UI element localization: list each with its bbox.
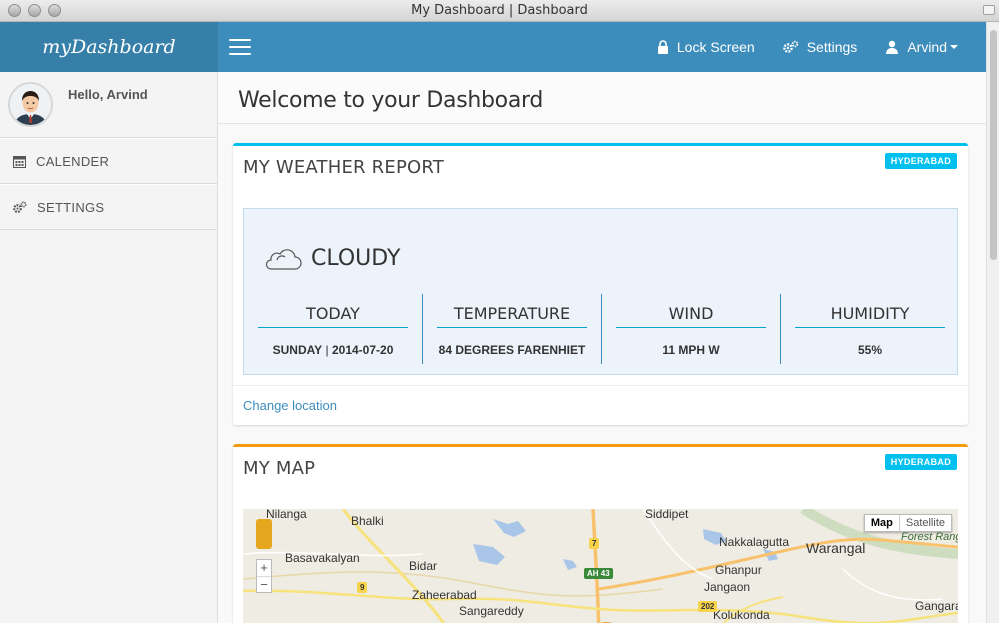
settings-label: Settings — [806, 39, 858, 55]
weather-condition: CLOUDY — [263, 245, 400, 271]
content-header: Welcome to your Dashboard — [218, 72, 986, 124]
user-menu-dropdown[interactable]: Arvind — [871, 22, 986, 72]
lock-screen-label: Lock Screen — [676, 39, 755, 55]
map-label: Sangareddy — [459, 604, 524, 618]
stat-label: TEMPERATURE — [437, 294, 587, 328]
road-shield: 202 — [698, 601, 718, 612]
stat-day: SUNDAY — [272, 343, 323, 357]
window-titlebar: My Dashboard | Dashboard — [0, 0, 999, 22]
weather-report-box: MY WEATHER REPORT HYDERABAD CLOUDY TODAY… — [233, 143, 968, 425]
stat-label: WIND — [616, 294, 766, 328]
map-type-control: Map Satellite — [863, 514, 952, 532]
zoom-out-button[interactable]: − — [257, 576, 271, 592]
stat-value: 11 MPH W — [662, 343, 720, 357]
map-label: Forest Range — [901, 531, 958, 543]
page-scrollbar[interactable] — [986, 22, 999, 623]
map-type-satellite-button[interactable]: Satellite — [900, 515, 951, 531]
sidebar-item-calender[interactable]: CALENDER — [0, 138, 217, 184]
user-greeting: Hello, Arvind — [68, 87, 148, 102]
map-label: Jangaon — [704, 580, 751, 594]
map-label: Gangaram — [915, 599, 958, 613]
weather-box-title: MY WEATHER REPORT — [243, 157, 444, 178]
chevron-down-icon — [950, 45, 958, 49]
map-label: Basavakalyan — [285, 551, 360, 565]
gears-icon — [782, 40, 799, 53]
calendar-icon — [13, 155, 26, 168]
scrollbar-thumb[interactable] — [990, 30, 997, 260]
map-label: Warangal — [806, 540, 866, 556]
map-label: Nilanga — [266, 509, 307, 521]
fullscreen-button[interactable] — [983, 5, 995, 15]
map-type-map-button[interactable]: Map — [865, 515, 900, 531]
map-canvas[interactable]: + − Map Satellite Nilanga Bhalki Siddipe… — [243, 509, 958, 623]
map-box-title: MY MAP — [243, 458, 316, 479]
map-label: Ghanpur — [715, 563, 762, 577]
stat-value: 84 DEGREES FARENHIET — [438, 343, 586, 357]
stat-date: 2014-07-20 — [331, 343, 394, 357]
sidebar-toggle-button[interactable] — [229, 39, 251, 55]
location-badge: HYDERABAD — [884, 153, 957, 169]
street-view-pegman-icon[interactable] — [256, 519, 272, 549]
sidebar-item-label: SETTINGS — [37, 199, 105, 215]
stat-value: 55% — [857, 343, 883, 357]
map-label: Siddipet — [645, 509, 689, 521]
lock-icon — [657, 40, 668, 54]
stat-today: TODAY SUNDAY | 2014-07-20 — [244, 294, 422, 364]
main-content: Welcome to your Dashboard MY WEATHER REP… — [218, 72, 986, 623]
location-badge: HYDERABAD — [884, 454, 957, 470]
weather-stats: TODAY SUNDAY | 2014-07-20 TEMPERATURE 84… — [244, 294, 959, 364]
lock-screen-link[interactable]: Lock Screen — [643, 22, 769, 72]
stat-label: TODAY — [258, 294, 408, 328]
user-panel: Hello, Arvind — [0, 72, 217, 138]
stat-label: HUMIDITY — [795, 294, 945, 328]
map-label: Kolukonda — [713, 608, 770, 622]
weather-condition-label: CLOUDY — [311, 245, 401, 271]
map-box: MY MAP HYDERABAD + − Map Satellite Nilan… — [233, 444, 968, 623]
sidebar-item-settings[interactable]: SETTINGS — [0, 184, 217, 230]
settings-link[interactable]: Settings — [769, 22, 872, 72]
road-shield: 9 — [357, 582, 368, 593]
gears-icon — [13, 200, 27, 213]
sidebar: Hello, Arvind CALENDER SETTINGS — [0, 72, 218, 623]
stat-value: SUNDAY | 2014-07-20 — [272, 343, 394, 357]
map-label: Nakkalagutta — [719, 535, 790, 549]
stat-temperature: TEMPERATURE 84 DEGREES FARENHIET — [422, 294, 601, 364]
top-navbar: Lock Screen Settings Arvind — [218, 22, 986, 72]
stat-humidity: HUMIDITY 55% — [780, 294, 959, 364]
sidebar-item-label: CALENDER — [36, 153, 110, 169]
map-label: Bidar — [409, 559, 438, 573]
map-zoom-control: + − — [256, 559, 272, 593]
cloud-icon — [265, 249, 302, 270]
page-title: Welcome to your Dashboard — [238, 88, 544, 113]
brand-logo[interactable]: myDashboard — [0, 22, 218, 72]
avatar — [8, 82, 53, 127]
stat-wind: WIND 11 MPH W — [601, 294, 780, 364]
weather-box-footer: Change location — [233, 385, 968, 413]
road-shield: 7 — [589, 538, 600, 549]
map-label: Bhalki — [351, 514, 384, 528]
road-shield: AH 43 — [584, 568, 613, 579]
user-icon — [886, 40, 899, 54]
user-name-label: Arvind — [907, 39, 947, 55]
zoom-in-button[interactable]: + — [257, 560, 271, 576]
weather-panel: CLOUDY TODAY SUNDAY | 2014-07-20 TEMPERA… — [243, 208, 958, 375]
change-location-link[interactable]: Change location — [243, 398, 337, 413]
map-label: Zaheerabad — [412, 588, 477, 602]
window-title: My Dashboard | Dashboard — [411, 3, 588, 18]
